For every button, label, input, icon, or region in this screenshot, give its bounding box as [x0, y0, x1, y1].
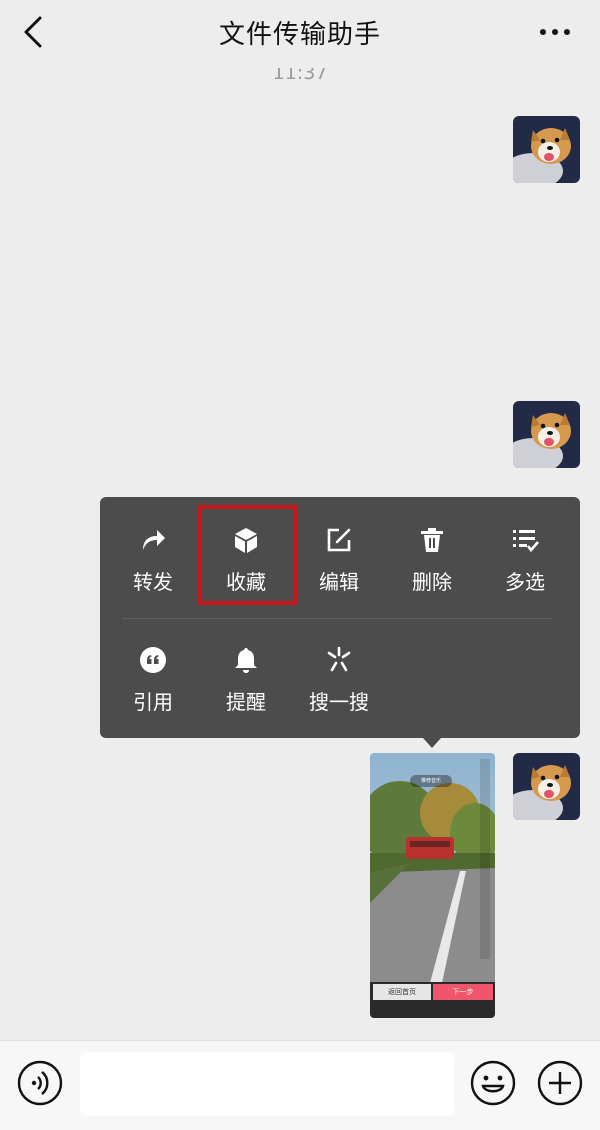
video-screenshot-message[interactable]: 推荐音乐 返回首页 下一步	[370, 753, 495, 1018]
avatar[interactable]	[513, 753, 580, 820]
plus-icon[interactable]	[537, 1060, 583, 1106]
ellipsis-icon[interactable]	[538, 26, 572, 38]
highlight-box	[197, 505, 297, 605]
trash-icon	[421, 528, 443, 552]
menu-item-label: 提醒	[226, 690, 266, 714]
menu-item-label: 转发	[133, 570, 173, 594]
menu-item-label: 引用	[133, 690, 173, 714]
top-bar: 文件传输助手	[0, 0, 600, 66]
menu-item-label: 搜一搜	[309, 690, 369, 714]
quote-icon	[140, 647, 166, 673]
menu-item-edit[interactable]: 编辑	[294, 526, 384, 616]
voice-icon[interactable]	[17, 1060, 63, 1106]
street-scene-image	[370, 753, 495, 1018]
avatar[interactable]	[513, 116, 580, 183]
menu-item-label: 多选	[505, 570, 545, 594]
menu-item-quote[interactable]: 引用	[108, 646, 198, 736]
avatar[interactable]	[513, 401, 580, 468]
multi-select-icon	[513, 530, 539, 553]
bell-icon	[235, 648, 257, 673]
music-pill: 推荐音乐	[410, 775, 452, 787]
context-menu-pointer	[423, 738, 441, 748]
menu-item-multi-select[interactable]: 多选	[480, 526, 570, 616]
menu-item-forward[interactable]: 转发	[108, 526, 198, 616]
edit-icon	[327, 528, 351, 552]
menu-item-delete[interactable]: 删除	[387, 526, 477, 616]
page-title: 文件传输助手	[218, 20, 381, 50]
menu-item-label: 删除	[412, 570, 452, 594]
menu-item-remind[interactable]: 提醒	[201, 646, 291, 736]
search-spark-icon	[327, 646, 351, 672]
menu-item-search[interactable]: 搜一搜	[294, 646, 384, 736]
home-button: 返回首页	[373, 984, 431, 1000]
forward-icon	[143, 530, 165, 550]
next-button: 下一步	[433, 984, 493, 1000]
emoji-icon[interactable]	[470, 1060, 516, 1106]
menu-divider	[122, 618, 552, 619]
message-input[interactable]	[80, 1052, 454, 1116]
menu-item-label: 编辑	[319, 570, 359, 594]
